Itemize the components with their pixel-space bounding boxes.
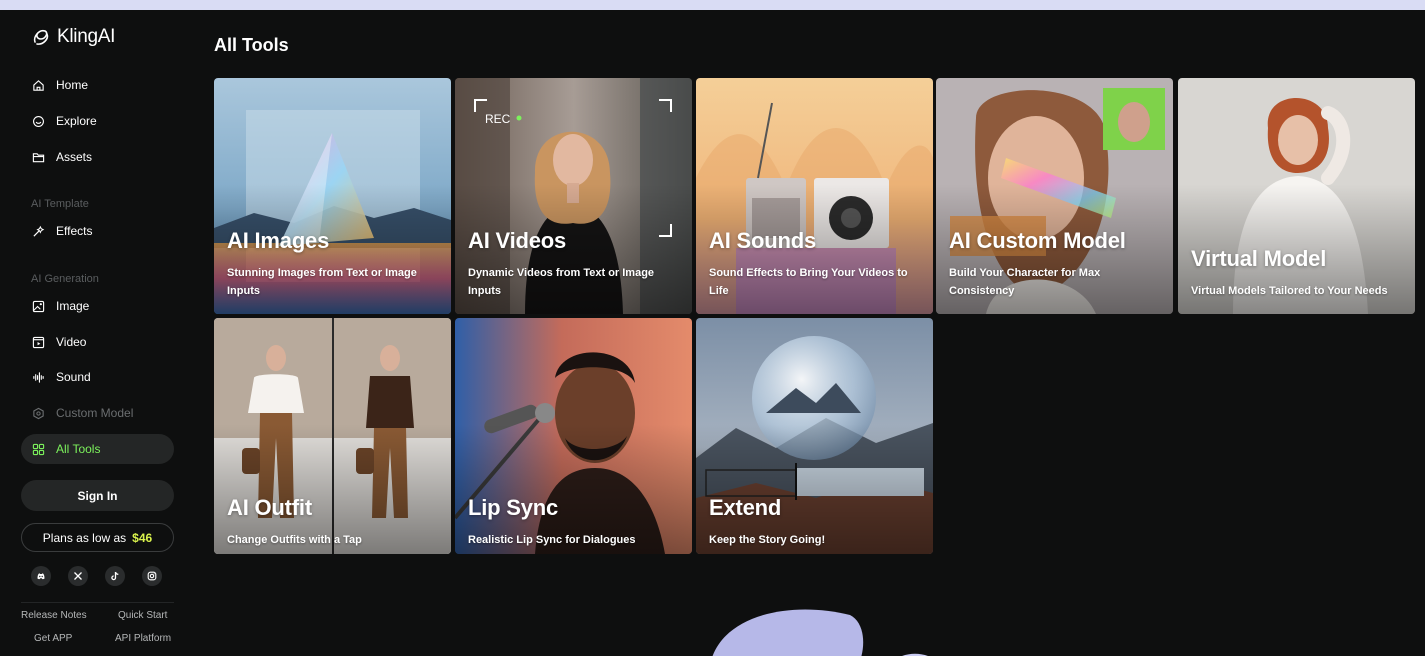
quick-start-link[interactable]: Quick Start	[118, 610, 167, 621]
card-title: AI Images	[227, 228, 330, 253]
logo[interactable]: KlingAI	[31, 26, 115, 48]
card-title: Virtual Model	[1191, 246, 1327, 271]
nav-image[interactable]: Image	[21, 291, 174, 321]
card-subtitle: Stunning Images from Text or Image Input…	[227, 267, 417, 297]
card-title: Lip Sync	[468, 495, 559, 520]
tool-card-ai-sounds[interactable]: AI Sounds Sound Effects to Bring Your Vi…	[696, 78, 933, 314]
card-title: AI Custom Model	[949, 228, 1126, 253]
effects-icon	[33, 225, 45, 237]
card-title: AI Sounds	[709, 228, 816, 253]
rec-label: REC	[485, 112, 511, 126]
plans-button[interactable]: Plans as low as $46	[21, 523, 174, 552]
tool-card-extend[interactable]: Extend Keep the Story Going!	[696, 318, 933, 554]
tool-card-ai-outfit[interactable]: AI Outfit Change Outfits with a Tap	[214, 318, 451, 554]
nav-sound[interactable]: Sound	[21, 362, 174, 392]
card-shade	[1178, 78, 1415, 314]
sidebar: KlingAI Home Explore Assets AI Template …	[0, 10, 196, 656]
nav-explore-label: Explore	[56, 114, 97, 128]
app-window: KlingAI Home Explore Assets AI Template …	[0, 10, 1425, 656]
nav-home-label: Home	[56, 78, 89, 92]
section-ai-generation: AI Generation	[31, 273, 99, 285]
kling-logo-icon	[33, 29, 49, 45]
video-icon	[32, 336, 45, 348]
nav-all-tools-label: All Tools	[56, 442, 101, 456]
card-subtitle: Realistic Lip Sync for Dialogues	[468, 534, 636, 546]
tool-card-ai-videos[interactable]: REC AI Videos Dynamic Videos from Text o…	[455, 78, 692, 314]
folder-icon	[32, 152, 45, 162]
nav-effects[interactable]: Effects	[21, 216, 174, 246]
tool-card-virtual-model[interactable]: Virtual Model Virtual Models Tailored to…	[1178, 78, 1415, 314]
card-title: AI Outfit	[227, 495, 312, 520]
instagram-icon[interactable]	[142, 566, 162, 586]
nav-all-tools[interactable]: All Tools	[21, 434, 174, 464]
tiktok-icon[interactable]	[105, 566, 125, 586]
card-subtitle: Dynamic Videos from Text or Image Inputs	[468, 267, 655, 297]
card-subtitle: Change Outfits with a Tap	[227, 534, 362, 546]
discord-icon[interactable]	[31, 566, 51, 586]
custom-model-icon	[33, 407, 44, 419]
brand-name: KlingAI	[57, 26, 116, 47]
card-subtitle: Keep the Story Going!	[709, 534, 826, 546]
sidebar-divider	[21, 602, 174, 603]
sound-wave-icon	[33, 371, 44, 383]
tool-card-ai-images[interactable]: AI Images Stunning Images from Text or I…	[214, 78, 451, 314]
card-subtitle: Virtual Models Tailored to Your Needs	[1191, 285, 1388, 297]
grid-icon	[32, 443, 45, 455]
section-ai-template: AI Template	[31, 198, 89, 210]
decorative-3d-shape	[712, 609, 928, 656]
nav-sound-label: Sound	[56, 370, 91, 384]
plans-text: Plans as low as	[42, 530, 127, 545]
social-links	[31, 566, 162, 586]
explore-icon	[33, 115, 44, 127]
nav-assets-label: Assets	[56, 150, 93, 164]
nav-image-label: Image	[56, 299, 90, 313]
release-notes-link[interactable]: Release Notes	[21, 610, 87, 621]
api-platform-link[interactable]: API Platform	[115, 633, 171, 644]
x-icon[interactable]	[68, 566, 88, 586]
nav-video-label: Video	[56, 335, 87, 349]
nav-effects-label: Effects	[56, 224, 93, 238]
card-subtitle: Build Your Character for Max Consistency	[949, 267, 1101, 297]
nav-home[interactable]: Home	[21, 70, 174, 100]
nav-assets[interactable]: Assets	[21, 142, 174, 172]
image-icon	[32, 300, 45, 312]
plans-price: $46	[132, 530, 153, 545]
card-subtitle: Sound Effects to Bring Your Videos to Li…	[709, 267, 908, 297]
card-title: Extend	[709, 495, 782, 520]
nav-custom-model-label: Custom Model	[56, 406, 134, 420]
sign-in-button[interactable]: Sign In	[21, 480, 174, 511]
page-title: All Tools	[214, 35, 289, 55]
nav-video[interactable]: Video	[21, 327, 174, 357]
tool-card-lip-sync[interactable]: Lip Sync Realistic Lip Sync for Dialogue…	[455, 318, 692, 554]
card-title: AI Videos	[468, 228, 567, 253]
nav-explore[interactable]: Explore	[21, 106, 174, 136]
get-app-link[interactable]: Get APP	[34, 633, 72, 644]
tool-card-ai-custom-model[interactable]: AI Custom Model Build Your Character for…	[936, 78, 1173, 314]
home-icon	[33, 79, 44, 91]
nav-custom-model[interactable]: Custom Model	[21, 398, 174, 428]
